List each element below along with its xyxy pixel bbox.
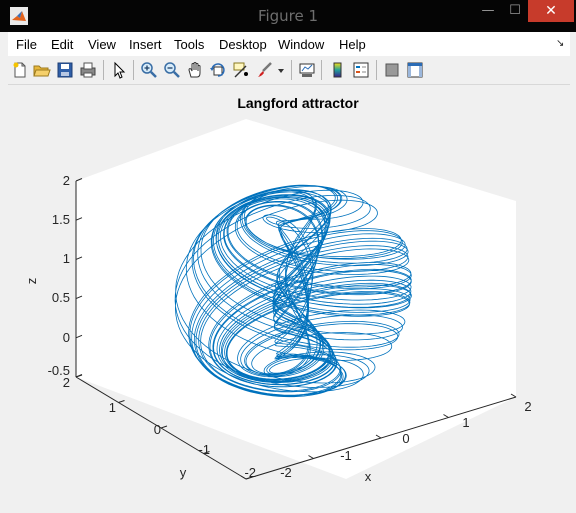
- dock-arrow-icon[interactable]: ↘: [556, 38, 564, 49]
- x-tick-label: 1: [462, 415, 469, 430]
- y-tick-label: -1: [198, 442, 210, 457]
- z-tick-label: 0: [63, 330, 70, 345]
- y-axis-label: y: [180, 465, 187, 480]
- maximize-button[interactable]: ☐: [502, 0, 528, 22]
- insert-colorbar-icon[interactable]: [329, 61, 347, 79]
- toolbar-separator: [321, 60, 322, 80]
- insert-legend-icon[interactable]: [352, 61, 370, 79]
- axes-background: [76, 119, 516, 479]
- menu-edit[interactable]: Edit: [51, 37, 73, 52]
- brush-icon[interactable]: [256, 61, 274, 79]
- menu-file[interactable]: File: [16, 37, 37, 52]
- link-plot-icon[interactable]: [298, 61, 316, 79]
- axes-3d[interactable]: 2 1.5 1 0.5 0 -0.5 z 2 1 0 -1 -2 y -2 -1…: [8, 85, 570, 505]
- edit-plot-arrow-icon[interactable]: [110, 61, 128, 79]
- hide-plot-tools-icon[interactable]: [383, 61, 401, 79]
- figure-window: Figure 1 — ☐ ✕ File Edit View Insert Too…: [0, 0, 576, 513]
- zoom-out-icon[interactable]: [163, 61, 181, 79]
- menu-desktop[interactable]: Desktop: [219, 37, 267, 52]
- toolbar-separator: [376, 60, 377, 80]
- save-icon[interactable]: [56, 61, 74, 79]
- zoom-in-icon[interactable]: [140, 61, 158, 79]
- open-file-icon[interactable]: [33, 61, 51, 79]
- z-tick-label: 1.5: [52, 212, 70, 227]
- z-axis-label: z: [24, 278, 39, 285]
- y-tick-label: 1: [109, 400, 116, 415]
- z-tick-label: 1: [63, 251, 70, 266]
- menu-view[interactable]: View: [88, 37, 116, 52]
- menu-insert[interactable]: Insert: [129, 37, 162, 52]
- x-tick-label: -2: [280, 465, 292, 480]
- y-tick-label: 2: [63, 375, 70, 390]
- x-tick-label: -1: [340, 448, 352, 463]
- menu-tools[interactable]: Tools: [174, 37, 204, 52]
- toolbar-separator: [291, 60, 292, 80]
- x-tick-label: 2: [524, 399, 531, 414]
- pan-hand-icon[interactable]: [186, 61, 204, 79]
- y-tick-label: 0: [154, 422, 161, 437]
- chart-title: Langford attractor: [237, 95, 359, 111]
- x-axis-label: x: [365, 469, 372, 484]
- x-tick-label: 0: [402, 431, 409, 446]
- toolbar-separator: [103, 60, 104, 80]
- title-bar[interactable]: Figure 1 — ☐ ✕: [0, 0, 576, 32]
- print-icon[interactable]: [79, 61, 97, 79]
- z-axis: 2 1.5 1 0.5 0 -0.5 z: [24, 173, 83, 378]
- rotate-3d-icon[interactable]: [209, 61, 227, 79]
- minimize-button[interactable]: —: [474, 0, 502, 22]
- z-tick-label: 2: [63, 173, 70, 188]
- data-cursor-icon[interactable]: [232, 61, 250, 79]
- brush-dropdown-icon[interactable]: [276, 61, 286, 79]
- menu-help[interactable]: Help: [339, 37, 366, 52]
- close-button[interactable]: ✕: [528, 0, 574, 22]
- z-tick-label: 0.5: [52, 290, 70, 305]
- menu-window[interactable]: Window: [278, 37, 324, 52]
- new-figure-icon[interactable]: [11, 61, 29, 79]
- menu-bar: File Edit View Insert Tools Desktop Wind…: [8, 32, 570, 56]
- toolbar-separator: [133, 60, 134, 80]
- show-plot-tools-icon[interactable]: [406, 61, 424, 79]
